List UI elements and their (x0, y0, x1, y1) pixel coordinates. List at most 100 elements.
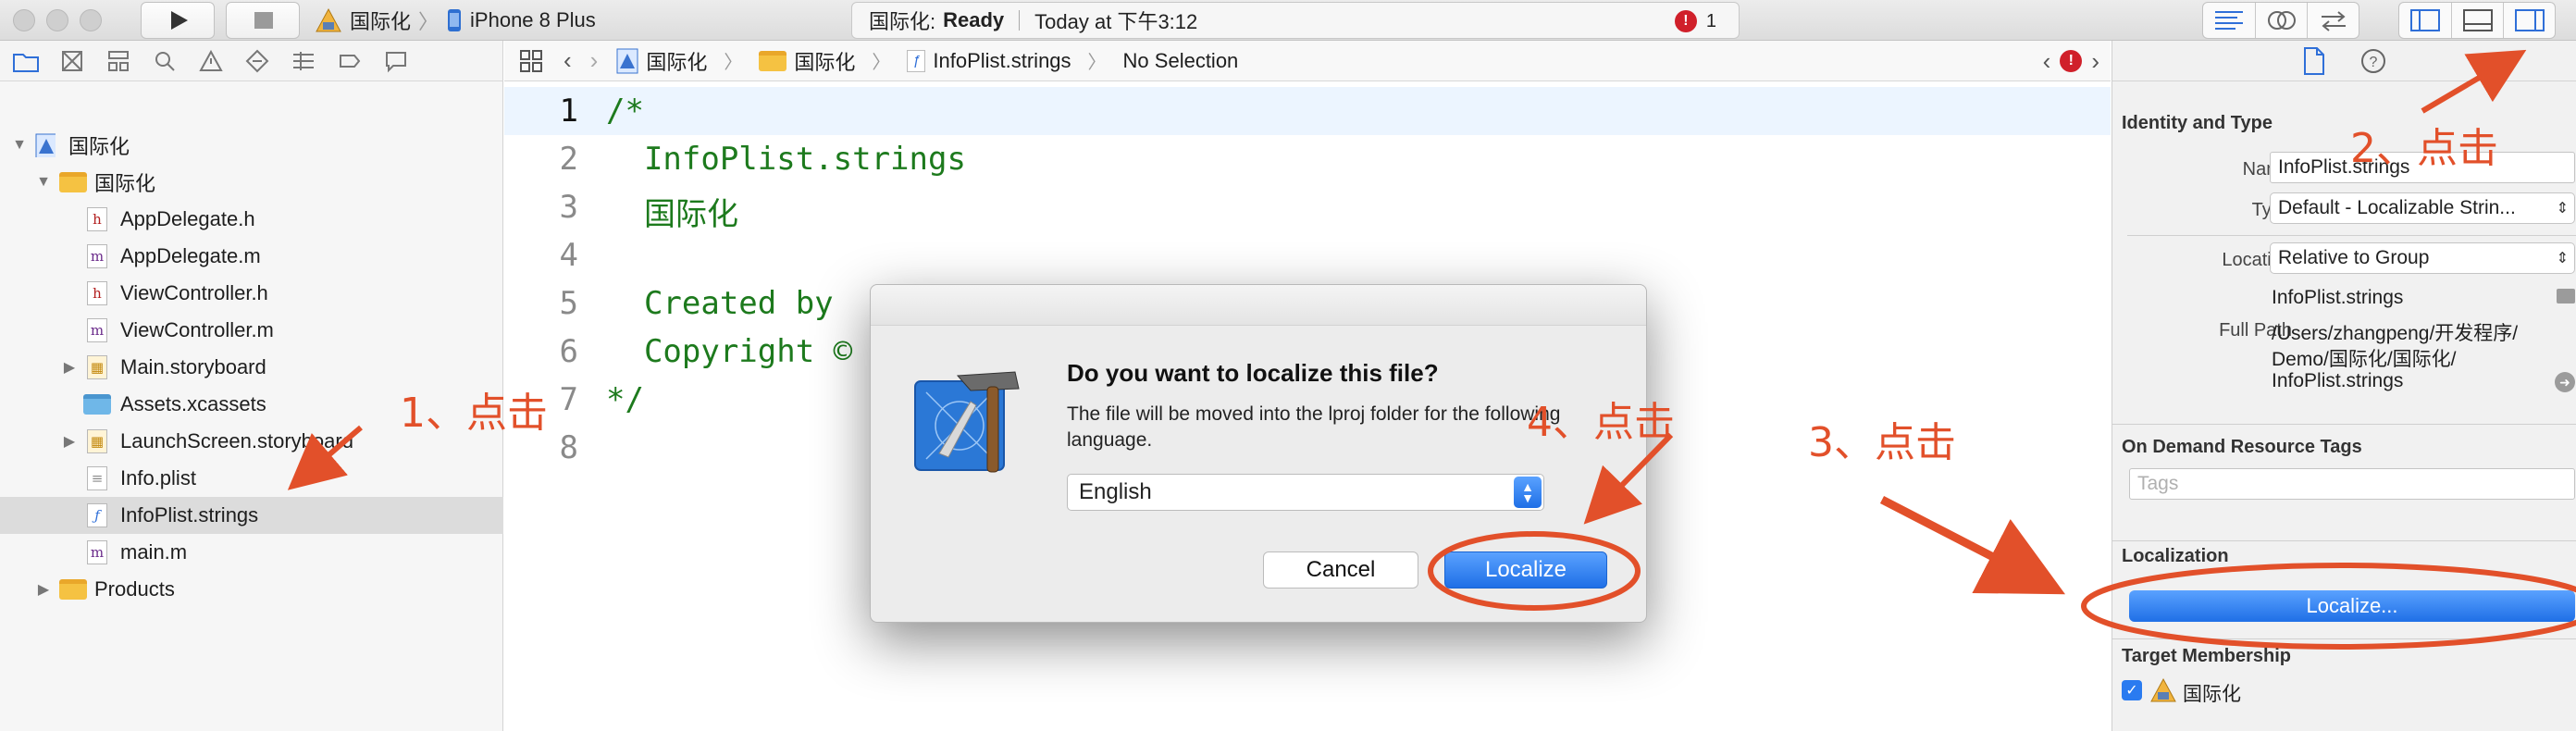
code-line[interactable]: 4 (504, 231, 2111, 279)
tree-item-file[interactable]: m ViewController.m (0, 312, 503, 349)
disclosure-closed-icon[interactable]: ▶ (61, 433, 78, 450)
bottom-panel-icon (2462, 9, 2493, 31)
close-window-button[interactable] (13, 9, 35, 31)
inspector-localize-button[interactable]: Localize... (2129, 590, 2575, 622)
divider (2112, 638, 2576, 639)
type-popup-value: Default - Localizable Strin... (2278, 197, 2516, 218)
jump-bar: ‹ › 国际化 〉 国际化 〉 ƒ InfoPlist.strings 〉 No… (504, 41, 2111, 81)
code-text: InfoPlist.strings (606, 141, 966, 178)
location-popup[interactable]: Relative to Group ⇕ (2270, 242, 2575, 274)
type-popup[interactable]: Default - Localizable Strin... ⇕ (2270, 192, 2575, 224)
previous-issue-icon[interactable]: ‹ (2043, 47, 2051, 76)
code-line[interactable]: 2 InfoPlist.strings (504, 135, 2111, 183)
minimize-window-button[interactable] (46, 9, 68, 31)
asset-catalog-icon (83, 394, 111, 415)
status-time-label: Today at 下午3:12 (1034, 10, 1198, 33)
stop-button[interactable] (226, 2, 300, 39)
annotation-step-2: 2、点击 (2350, 125, 2498, 172)
error-icon[interactable]: ! (2060, 50, 2083, 72)
project-file-icon (35, 133, 56, 157)
file-inspector-tab-icon[interactable] (2302, 46, 2326, 76)
code-line[interactable]: 3 国际化 (504, 183, 2111, 233)
editor-mode-control (2202, 2, 2359, 39)
inspector-selector-bar: ? (2112, 41, 2576, 81)
reveal-in-finder-icon[interactable]: ➜ (2555, 372, 2575, 392)
tree-item-project[interactable]: ▼ 国际化 (0, 127, 503, 164)
tree-item-label: Main.storyboard (120, 355, 266, 378)
choose-folder-icon[interactable] (2557, 289, 2575, 304)
back-arrow-icon[interactable]: ‹ (564, 46, 572, 75)
breadcrumb-item[interactable]: InfoPlist.strings (933, 49, 1071, 73)
zoom-window-button[interactable] (80, 9, 102, 31)
project-navigator-tab[interactable] (7, 43, 44, 80)
status-state-label: Ready (943, 8, 1005, 31)
left-panel-icon (2410, 9, 2440, 31)
disclosure-open-icon[interactable]: ▼ (35, 174, 52, 191)
folder-icon (59, 172, 87, 192)
view-toggle-control (2398, 2, 2556, 39)
assistant-editor-button[interactable] (2255, 3, 2307, 38)
language-value: English (1079, 479, 1152, 504)
line-number: 3 (559, 189, 578, 226)
folder-icon (759, 50, 787, 71)
localize-confirm-button[interactable]: Localize (1444, 551, 1607, 589)
issue-navigator-tab[interactable] (192, 43, 229, 80)
target-checkbox[interactable]: ✓ (2122, 680, 2142, 700)
scheme-selector[interactable]: 国际化 〉 iPhone 8 Plus (315, 3, 596, 38)
tree-item-label: Assets.xcassets (120, 392, 266, 415)
source-control-navigator-tab[interactable] (54, 43, 91, 80)
updown-chevron-icon: ⇕ (2556, 201, 2569, 217)
disclosure-closed-icon[interactable]: ▶ (61, 359, 78, 376)
breakpoint-navigator-tab[interactable] (331, 43, 368, 80)
tree-item-file[interactable]: h ViewController.h (0, 275, 503, 312)
line-number: 4 (559, 237, 578, 274)
toggle-inspector-button[interactable] (2503, 3, 2555, 38)
tree-item-file-selected[interactable]: ƒ InfoPlist.strings (0, 497, 503, 534)
project-file-icon (616, 48, 638, 73)
test-navigator-tab[interactable] (239, 43, 276, 80)
full-path-line: Demo/国际化/国际化/ (2272, 349, 2457, 370)
chevron-right-icon: 〉 (872, 53, 891, 73)
code-line[interactable]: 1 /* (504, 87, 2111, 135)
storyboard-file-icon: ▦ (87, 355, 107, 379)
code-text: Created by (606, 285, 834, 322)
breadcrumb-item[interactable]: 国际化 (646, 46, 707, 76)
updown-chevron-icon: ▲ ▼ (1514, 477, 1542, 508)
debug-navigator-tab[interactable] (285, 43, 322, 80)
tags-input[interactable]: Tags (2129, 468, 2575, 500)
error-badge[interactable]: ! 1 (1674, 10, 1716, 32)
xcode-app-icon (914, 371, 1020, 473)
next-issue-icon[interactable]: › (2091, 47, 2099, 76)
standard-editor-button[interactable] (2203, 3, 2255, 38)
breadcrumb-item[interactable]: 国际化 (794, 46, 855, 76)
app-target-icon (316, 7, 341, 32)
tree-item-file[interactable]: m main.m (0, 534, 503, 571)
find-navigator-tab[interactable] (146, 43, 183, 80)
cancel-button[interactable]: Cancel (1263, 551, 1418, 589)
report-navigator-tab[interactable] (378, 43, 415, 80)
tree-item-file[interactable]: m AppDelegate.m (0, 238, 503, 275)
quick-help-tab-icon[interactable]: ? (2359, 47, 2387, 75)
full-path-line: InfoPlist.strings (2272, 370, 2404, 391)
symbol-navigator-tab[interactable] (100, 43, 137, 80)
run-button[interactable] (141, 2, 215, 39)
tree-item-group[interactable]: ▶ Products (0, 571, 503, 608)
language-popup[interactable]: English ▲ ▼ (1067, 474, 1544, 511)
hierarchy-icon (108, 50, 129, 71)
tree-item-label: InfoPlist.strings (120, 503, 259, 527)
breadcrumb-item[interactable]: No Selection (1123, 49, 1239, 73)
toggle-navigator-button[interactable] (2399, 3, 2451, 38)
related-items-icon[interactable] (517, 47, 554, 75)
tree-item-file[interactable]: ≡ Info.plist (0, 460, 503, 497)
svg-text:?: ? (2369, 55, 2377, 70)
tree-item-file[interactable]: h AppDelegate.h (0, 201, 503, 238)
disclosure-closed-icon[interactable]: ▶ (35, 581, 52, 598)
disclosure-open-icon[interactable]: ▼ (11, 137, 28, 154)
forward-arrow-icon[interactable]: › (590, 46, 599, 75)
full-path-label: Full Path (2219, 320, 2292, 341)
tree-item-label: main.m (120, 540, 188, 564)
version-editor-button[interactable] (2307, 3, 2359, 38)
toggle-debug-area-button[interactable] (2451, 3, 2503, 38)
tree-item-group[interactable]: ▼ 国际化 (0, 164, 503, 201)
implementation-file-icon: m (87, 318, 107, 342)
